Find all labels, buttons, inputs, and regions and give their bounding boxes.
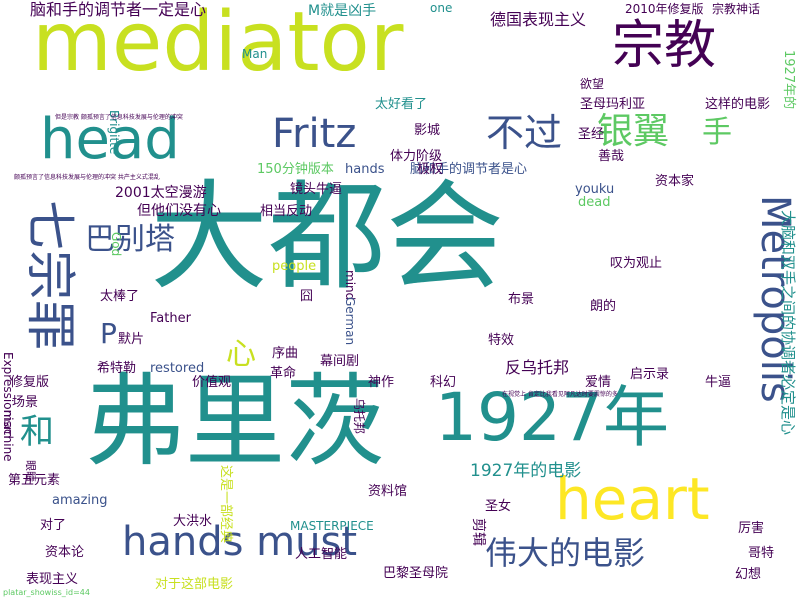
cloud-word: 这样的电影 [705,97,771,112]
cloud-word: 弗里茨 [85,363,385,480]
cloud-word: 欲望 [580,77,605,91]
cloud-word: people [272,259,317,274]
cloud-word: 对于这部电影 [155,577,234,592]
cloud-word: German [343,297,357,346]
cloud-word: 表现主义 [26,572,79,587]
cloud-word: 但他们没有心 [137,203,221,219]
cloud-word: 心 [226,337,256,372]
cloud-word: 幕间剧 [320,354,360,369]
cloud-word: 大脑和双手之间的协调者必定是心 [779,210,797,436]
cloud-word: 巴黎圣母院 [383,566,449,581]
cloud-word: 修复版 [10,375,50,390]
cloud-word: hands [345,162,385,177]
cloud-word: 脑和手的调节者一定是心 [30,0,207,19]
cloud-word: Fritz [272,111,357,157]
cloud-word: 场景 [12,395,39,410]
cloud-word: Father [150,311,191,326]
cloud-word: 圣女 [485,499,512,514]
cloud-word: 宗教 [612,16,717,76]
word-cloud: 大都会 弗里茨 mediator 1927年 heart 宗教 head han… [0,0,800,600]
cloud-word: 不过 [486,111,563,155]
cloud-word: platar_showiss_id=44 [3,588,90,597]
cloud-word: 资本论 [45,545,85,560]
cloud-word: 太棒了 [100,289,140,304]
cloud-word: machine [1,410,15,462]
cloud-word: 革命 [270,366,297,381]
cloud-word: 资本家 [655,174,695,189]
cloud-word: 圣母玛利亚 [580,97,646,112]
cloud-word: 神作 [368,375,395,390]
cloud-word: 序曲 [272,346,299,361]
cloud-word: 影城 [414,123,441,138]
cloud-word: 七宗罪 [21,200,79,350]
cloud-word: one [430,1,453,15]
cloud-word: 宗教神话 [712,2,761,16]
cloud-word: 和 [20,412,54,452]
cloud-word: dead [578,195,611,210]
cloud-word: 巴别塔 [85,222,175,257]
cloud-word: MASTERPIECE [290,519,374,533]
cloud-word: 镜头牛逼 [290,182,343,197]
cloud-word: 爱情 [585,375,612,390]
cloud-word: mind [343,270,357,301]
cloud-word: 圣经 [578,127,605,142]
cloud-word: 启示录 [630,367,670,382]
cloud-word: 这是一部经典 [218,465,233,544]
cloud-word: 朗的 [590,299,617,314]
cloud-word: 哥特 [748,546,775,561]
cloud-word: P [100,317,117,350]
cloud-word: Man [242,47,268,61]
cloud-word: 但是宗教 颇孤预言了信息科技发展与伦理的冲突 [55,114,183,121]
cloud-word: 手 [702,115,732,150]
cloud-word: 幻想 [735,567,762,582]
cloud-word: 牛逼 [705,375,732,390]
cloud-word: 极权 [417,162,444,177]
cloud-word: 2010年修复版 [625,2,704,16]
cloud-word: 叹为观止 [610,256,663,271]
cloud-word: 人工智能 [295,547,348,562]
cloud-word: 伟大的电影 [485,534,646,572]
cloud-word: 特效 [488,333,515,348]
cloud-word: 剪辑 [470,518,486,546]
cloud-word: 颇孤预言了信息科技发展与伦理的冲突 共产主义式混乱 [14,174,160,181]
cloud-word: 2001太空漫游 [115,185,207,201]
cloud-word: 布景 [508,292,535,307]
cloud-word: 善哉 [598,149,625,164]
cloud-word: 厉害 [738,521,765,536]
cloud-word: 乌托邦 [352,398,366,435]
cloud-word: 默片 [118,332,145,347]
cloud-word: 相当反动 [260,204,313,219]
cloud-word: 1927年的 [781,50,796,110]
cloud-word: 希特勒 [97,361,137,376]
cloud-word: 在视觉上 肯定比我看见阿凡达时要震惊的多 [502,391,618,398]
cloud-word: 大洪水 [173,514,213,529]
cloud-word: 德国表现主义 [490,10,587,29]
cloud-word: 银翼 [597,111,670,152]
cloud-word: 反乌托邦 [505,358,570,377]
cloud-word: restored [150,361,205,376]
cloud-word: God [109,232,123,257]
cloud-word: amazing [52,493,108,508]
cloud-word: 太好看了 [375,97,428,112]
cloud-word: 1927年的电影 [470,461,582,481]
cloud-word: 资料馆 [368,484,408,499]
cloud-word: 囧 [300,289,314,304]
cloud-word: 对了 [40,518,67,533]
cloud-word: 价值观 [192,375,232,390]
cloud-word: 科幻 [430,375,457,390]
cloud-word: 眼睛 [24,460,37,482]
cloud-word: M就是凶手 [308,3,377,19]
cloud-word: 150分钟版本 [257,162,334,177]
